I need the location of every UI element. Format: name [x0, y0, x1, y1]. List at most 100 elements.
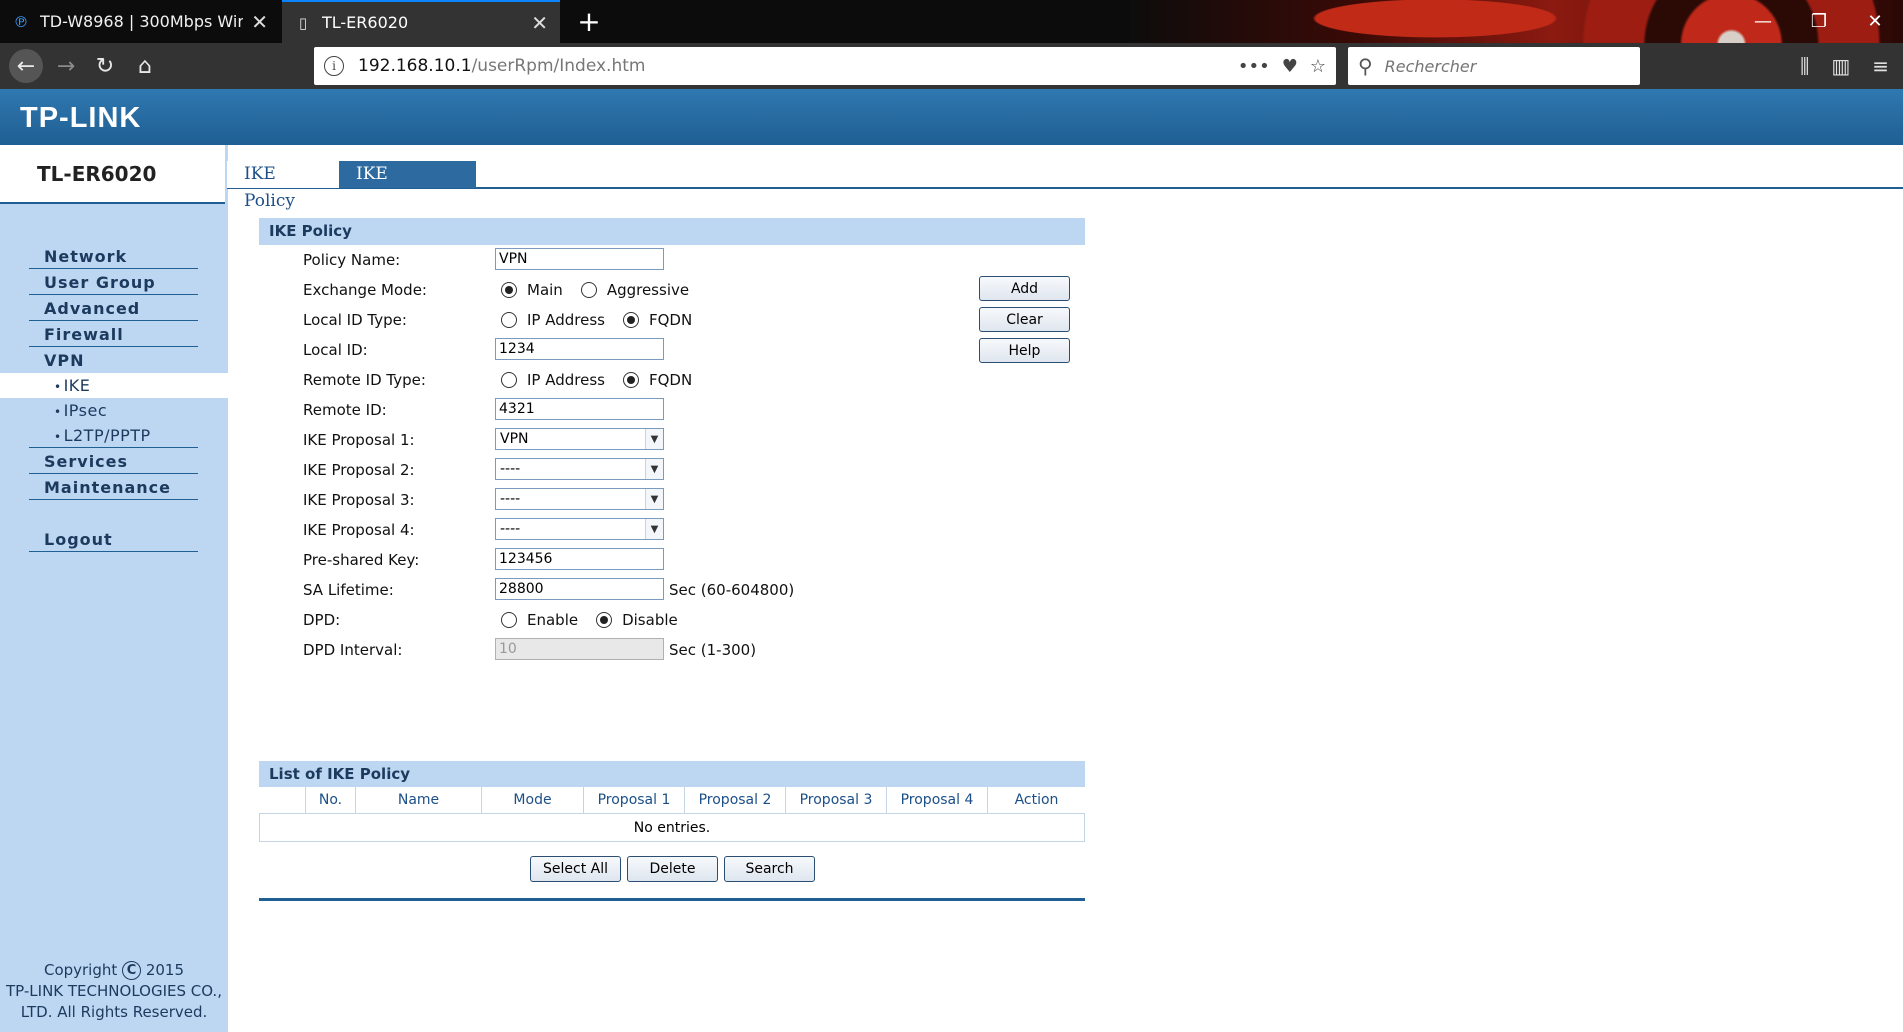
page-actions-icon[interactable]: •••	[1238, 56, 1270, 77]
minimize-icon[interactable]: —	[1735, 0, 1791, 43]
copyright-line-3: LTD. All Rights Reserved.	[20, 1003, 208, 1021]
select-value: ----	[500, 491, 521, 507]
search-bar[interactable]: ⚲	[1348, 47, 1640, 85]
ike-proposal-1-select[interactable]: VPN ▼	[495, 428, 664, 450]
pocket-icon[interactable]: ♥	[1282, 56, 1298, 77]
remote-id-label: Remote ID:	[303, 401, 387, 419]
dpd-disable-label: Disable	[622, 611, 678, 629]
exchange-mode-main-radio[interactable]	[501, 282, 517, 298]
sidebar-subitem-ike[interactable]: • IKE	[0, 373, 228, 398]
sa-lifetime-input[interactable]	[495, 578, 664, 600]
ike-proposal-2-label: IKE Proposal 2:	[303, 461, 415, 479]
url-text[interactable]: 192.168.10.1/userRpm/Index.htm	[358, 56, 1238, 76]
local-id-ip-radio[interactable]	[501, 312, 517, 328]
sidebar-subitem-ipsec[interactable]: • IPsec	[0, 398, 228, 423]
sidebar-item-advanced[interactable]: Advanced	[29, 295, 198, 321]
row-pre-shared-key: Pre-shared Key:	[259, 545, 1085, 575]
restore-icon[interactable]: ❐	[1791, 0, 1847, 43]
row-dpd-interval: DPD Interval: Sec (1-300)	[259, 635, 1085, 665]
address-actions: ••• ♥ ☆	[1238, 56, 1326, 77]
forward-arrow-icon[interactable]: →	[49, 49, 83, 83]
window-controls: — ❐ ✕	[1735, 0, 1903, 43]
col-proposal-3: Proposal 3	[785, 787, 886, 814]
bookmark-star-icon[interactable]: ☆	[1310, 56, 1326, 77]
row-remote-id: Remote ID:	[259, 395, 1085, 425]
local-id-label: Local ID:	[303, 341, 368, 359]
pre-shared-key-input[interactable]	[495, 548, 664, 570]
remote-id-fqdn-radio[interactable]	[622, 372, 639, 388]
dpd-interval-input	[495, 638, 664, 660]
tab-title: TD-W8968 | 300Mbps Wireless	[40, 12, 244, 31]
url-path: /userRpm/Index.htm	[471, 56, 646, 76]
local-id-type-radios: IP Address FQDN	[495, 311, 704, 329]
dpd-enable-radio[interactable]	[501, 612, 517, 628]
ike-proposal-2-select[interactable]: ---- ▼	[495, 458, 664, 480]
select-value: ----	[500, 521, 521, 537]
subitem-label: L2TP/PPTP	[63, 426, 151, 445]
sidebar-item-network[interactable]: Network	[29, 243, 198, 269]
chevron-down-icon: ▼	[645, 519, 663, 539]
tab-ike-policy[interactable]: IKE Policy	[227, 161, 339, 211]
bullet-icon: •	[54, 430, 62, 444]
browser-tab-tl-er6020[interactable]: ▯ TL-ER6020 ✕	[282, 0, 560, 43]
dpd-disable-radio[interactable]	[596, 612, 613, 628]
info-icon[interactable]: i	[324, 56, 344, 76]
policy-name-label: Policy Name:	[303, 251, 401, 269]
local-id-fqdn-radio[interactable]	[622, 312, 639, 328]
ike-proposal-3-select[interactable]: ---- ▼	[495, 488, 664, 510]
search-input[interactable]	[1384, 56, 1615, 76]
chevron-down-icon: ▼	[645, 489, 663, 509]
sa-lifetime-label: SA Lifetime:	[303, 581, 394, 599]
close-tab-icon[interactable]: ✕	[251, 10, 268, 34]
library-icon[interactable]: ⫼	[1800, 54, 1809, 78]
exchange-mode-radios: Main Aggressive	[495, 281, 701, 299]
sidebar-item-vpn[interactable]: VPN	[29, 347, 198, 373]
remote-id-ip-radio[interactable]	[501, 372, 517, 388]
row-local-id-type: Local ID Type: IP Address FQDN	[259, 305, 1085, 335]
help-button[interactable]: Help	[979, 338, 1070, 363]
page-tabs: IKE Policy IKE Proposal	[227, 161, 1903, 211]
sidebar-subitem-l2tp-pptp[interactable]: • L2TP/PPTP	[29, 423, 198, 448]
home-icon[interactable]: ⌂	[128, 49, 162, 83]
exchange-mode-aggressive-radio[interactable]	[580, 282, 597, 298]
local-id-input[interactable]	[495, 338, 664, 360]
remote-id-input[interactable]	[495, 398, 664, 420]
section-title: IKE Policy	[259, 218, 1085, 245]
policy-name-input[interactable]	[495, 248, 664, 270]
select-value: ----	[500, 461, 521, 477]
sidebar-toggle-icon[interactable]: ▥	[1831, 54, 1850, 78]
tplink-favicon-icon: ℗	[13, 12, 29, 31]
select-all-button[interactable]: Select All	[530, 856, 621, 882]
row-local-id: Local ID:	[259, 335, 1085, 365]
menu-icon[interactable]: ≡	[1872, 54, 1889, 78]
clear-button[interactable]: Clear	[979, 307, 1070, 332]
address-bar[interactable]: i 192.168.10.1/userRpm/Index.htm ••• ♥ ☆	[314, 47, 1336, 85]
close-tab-icon[interactable]: ✕	[531, 11, 548, 35]
back-arrow-icon[interactable]: ←	[9, 49, 43, 83]
sidebar-item-logout[interactable]: Logout	[29, 526, 198, 552]
browser-tab-tdw8968[interactable]: ℗ TD-W8968 | 300Mbps Wireless ✕	[0, 0, 280, 43]
copyright-line-1: Copyright C 2015	[0, 960, 228, 981]
ike-proposal-4-select[interactable]: ---- ▼	[495, 518, 664, 540]
sidebar-item-services[interactable]: Services	[29, 448, 198, 474]
sidebar-item-firewall[interactable]: Firewall	[29, 321, 198, 347]
search-icon: ⚲	[1358, 54, 1373, 78]
delete-button[interactable]: Delete	[627, 856, 718, 882]
copyright-notice: Copyright C 2015 TP-LINK TECHNOLOGIES CO…	[0, 960, 228, 1023]
tab-title: TL-ER6020	[322, 13, 409, 32]
browser-tab-strip: ℗ TD-W8968 | 300Mbps Wireless ✕ ▯ TL-ER6…	[0, 0, 1903, 43]
search-button[interactable]: Search	[724, 856, 815, 882]
add-button[interactable]: Add	[979, 276, 1070, 301]
sidebar-item-user-group[interactable]: User Group	[29, 269, 198, 295]
row-policy-name: Policy Name:	[259, 245, 1085, 275]
remote-id-type-radios: IP Address FQDN	[495, 371, 704, 389]
col-no: No.	[305, 787, 355, 814]
tab-ike-proposal[interactable]: IKE Proposal	[339, 161, 476, 211]
dpd-label: DPD:	[303, 611, 341, 629]
copyright-line-2: TP-LINK TECHNOLOGIES CO.,	[6, 982, 222, 1000]
close-window-icon[interactable]: ✕	[1847, 0, 1903, 43]
ike-proposal-4-label: IKE Proposal 4:	[303, 521, 415, 539]
reload-icon[interactable]: ↻	[88, 49, 122, 83]
sidebar-item-maintenance[interactable]: Maintenance	[29, 474, 198, 500]
new-tab-button[interactable]: +	[572, 4, 606, 38]
